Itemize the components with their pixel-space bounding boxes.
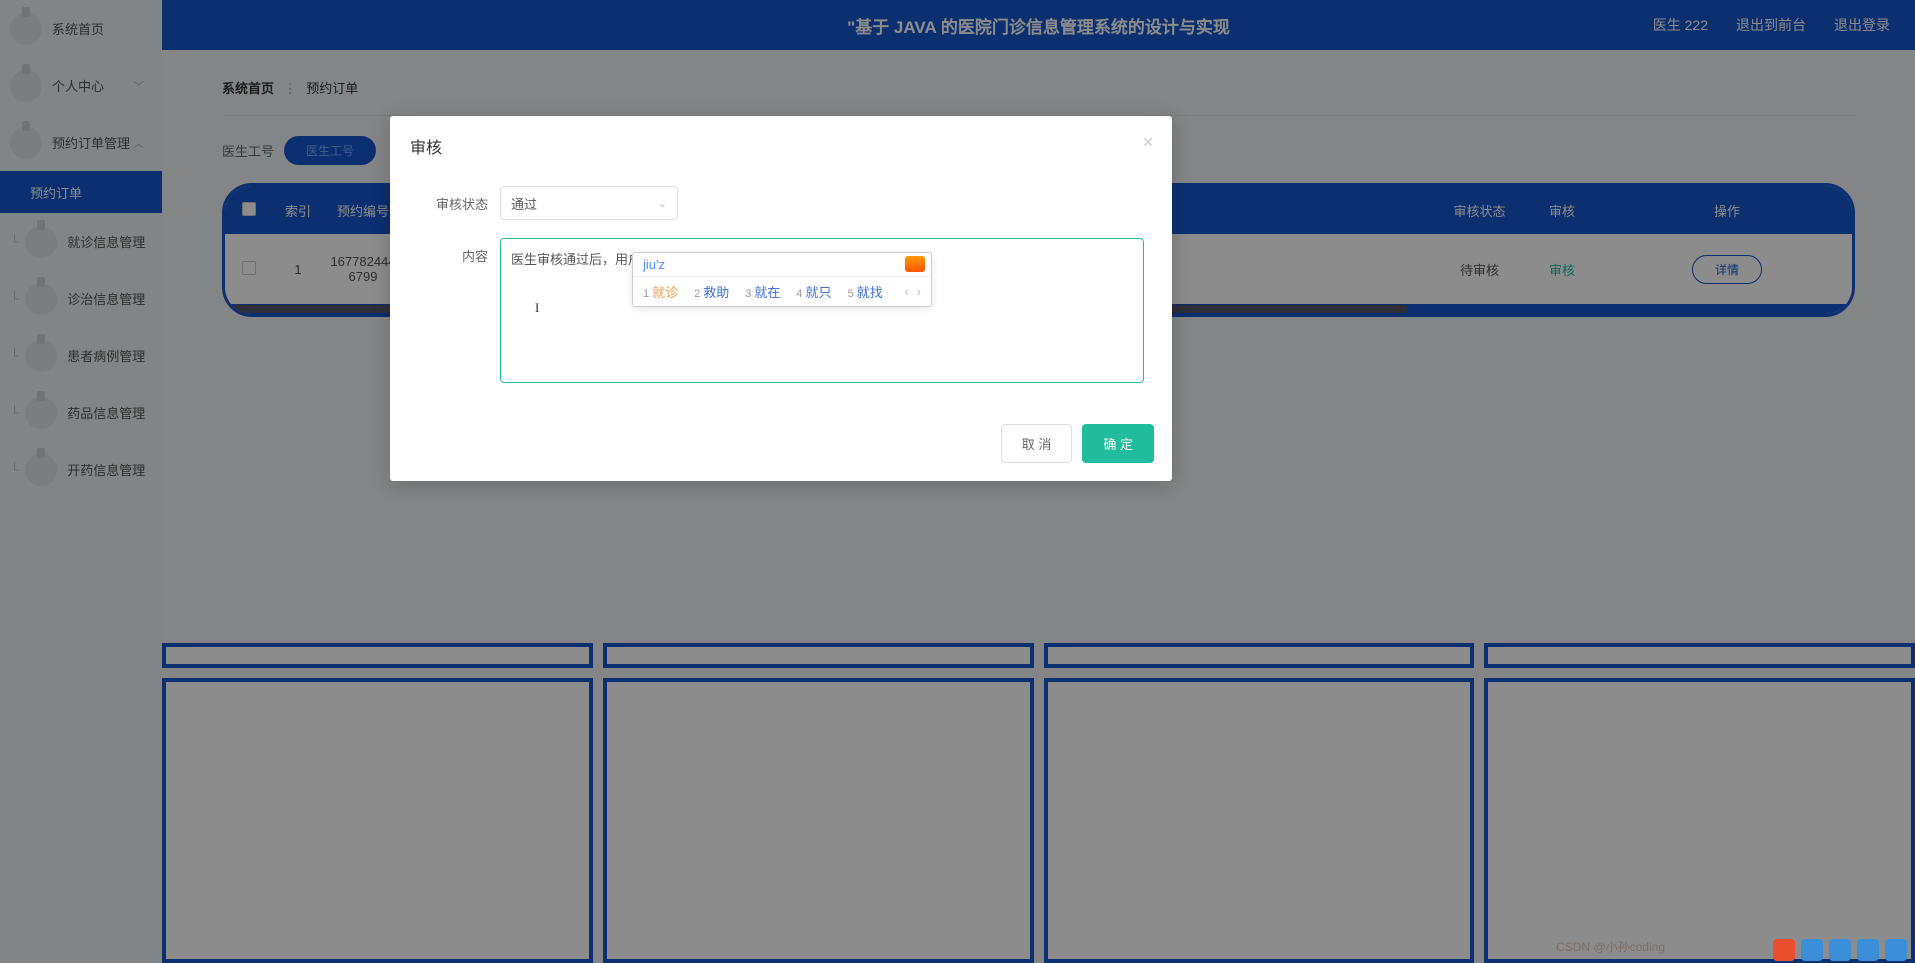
taskbar-icon[interactable] bbox=[1773, 939, 1795, 961]
taskbar-icons bbox=[1773, 939, 1907, 961]
ime-next-icon[interactable]: › bbox=[917, 284, 921, 299]
ime-prev-icon[interactable]: ‹ bbox=[904, 284, 908, 299]
taskbar-icon[interactable] bbox=[1885, 939, 1907, 961]
ime-candidate[interactable]: 3就在 bbox=[745, 282, 780, 301]
status-row: 审核状态 通过 ⌄ bbox=[418, 186, 1144, 220]
ime-candidates: 1就诊 2救助 3就在 4就只 5就找 ‹ › bbox=[633, 276, 931, 306]
taskbar-icon[interactable] bbox=[1801, 939, 1823, 961]
cancel-button[interactable]: 取 消 bbox=[1001, 424, 1073, 463]
ime-candidate[interactable]: 2救助 bbox=[694, 282, 729, 301]
status-select[interactable]: 通过 ⌄ bbox=[500, 186, 678, 220]
ime-input: jiu'z bbox=[633, 253, 931, 276]
ime-candidate[interactable]: 1就诊 bbox=[643, 282, 678, 301]
status-control: 通过 ⌄ bbox=[500, 186, 1144, 220]
close-icon[interactable]: ✕ bbox=[1142, 134, 1154, 151]
ime-candidate[interactable]: 4就只 bbox=[796, 282, 831, 301]
modal-header: 审核 ✕ bbox=[390, 116, 1172, 176]
content-label: 内容 bbox=[418, 238, 500, 386]
modal-title: 审核 bbox=[410, 140, 442, 157]
modal-footer: 取 消 确 定 bbox=[390, 424, 1172, 481]
ime-popup: jiu'z 1就诊 2救助 3就在 4就只 5就找 ‹ › bbox=[632, 252, 932, 307]
taskbar-icon[interactable] bbox=[1829, 939, 1851, 961]
ime-candidate[interactable]: 5就找 bbox=[848, 282, 883, 301]
select-value: 通过 bbox=[511, 194, 537, 213]
confirm-button[interactable]: 确 定 bbox=[1082, 424, 1154, 463]
status-label: 审核状态 bbox=[418, 186, 500, 220]
ime-logo-icon bbox=[905, 256, 925, 272]
chevron-down-icon: ⌄ bbox=[658, 197, 667, 210]
ime-nav: ‹ › bbox=[904, 284, 921, 299]
taskbar-icon[interactable] bbox=[1857, 939, 1879, 961]
text-cursor-icon bbox=[535, 300, 536, 316]
